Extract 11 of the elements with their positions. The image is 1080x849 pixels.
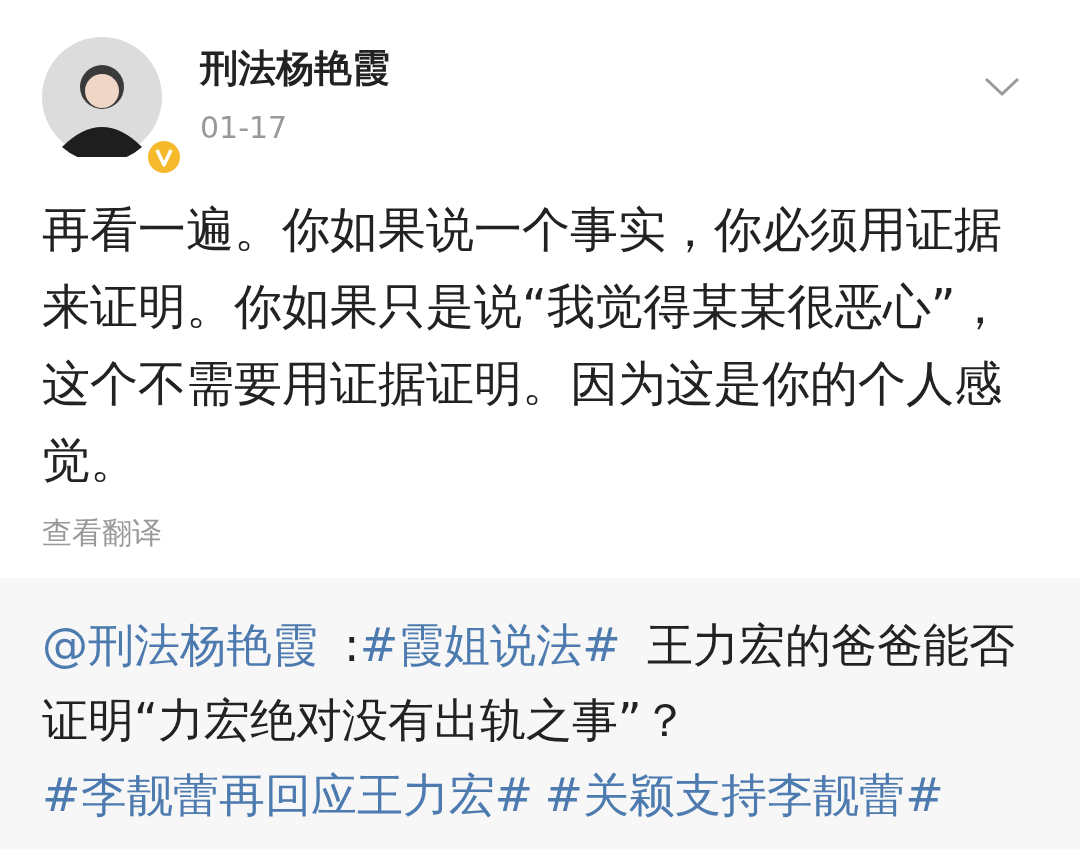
post-date: 01-17 bbox=[200, 110, 289, 145]
author-name[interactable]: 刑法杨艳霞 bbox=[200, 43, 984, 94]
hashtag-link[interactable]: @刑法杨艳霞 bbox=[42, 618, 318, 672]
repost-text: @刑法杨艳霞 :#霞姐说法# 王力宏的爸爸能否证明“力宏绝对没有出轨之事”？ #李靓蕾再回应王力宏# #关颖支持李靓蕾# bbox=[42, 617, 1016, 824]
hashtag-link[interactable]: #关颖支持李靓蕾# bbox=[544, 768, 944, 822]
chevron-down-icon[interactable] bbox=[984, 77, 1020, 97]
post-text: 再看一遍。你如果说一个事实，你必须用证据来证明。你如果只是说“我觉得某某很恶心”，这个不需要用证据证明。因为这是你的个人感觉。 bbox=[41, 200, 1005, 490]
hashtag-link[interactable]: #霞姐说法# bbox=[359, 618, 621, 672]
hashtag-link[interactable]: #李靓蕾再回应王力宏# bbox=[42, 768, 534, 822]
translate-link[interactable]: 查看翻译 bbox=[42, 513, 162, 554]
avatar-silhouette-icon[interactable] bbox=[42, 37, 162, 157]
